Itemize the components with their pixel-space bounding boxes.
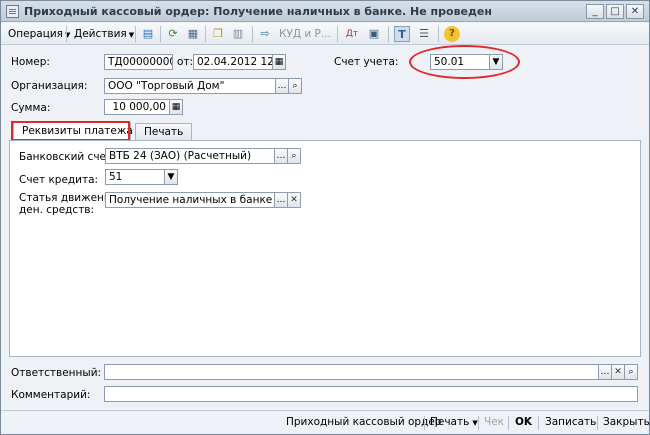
select-ellipsis-icon[interactable]: … <box>274 192 288 208</box>
bottom-action-bar: Приходный кассовый ордер Печать ▼ Чек OK … <box>1 410 650 434</box>
date-field[interactable]: 02.04.2012 12:00:00 <box>193 54 273 70</box>
dropdown-arrow-icon: ▼ <box>128 31 135 39</box>
highlight-rect <box>11 121 130 141</box>
bar-separator <box>538 416 539 430</box>
debit-credit-icon[interactable]: Дт <box>344 26 360 42</box>
search-icon[interactable]: ⌕ <box>624 364 638 380</box>
close-button[interactable]: Закрыть <box>603 416 650 428</box>
toolbar-separator <box>388 26 389 42</box>
toolbar-separator <box>337 26 338 42</box>
check-button[interactable]: Чек <box>484 416 504 428</box>
calculator-icon[interactable]: ▦ <box>169 99 183 115</box>
bank-account-label: Банковский счет: <box>19 151 116 163</box>
highlight-oval <box>409 45 520 79</box>
bar-separator <box>597 416 598 430</box>
responsible-field[interactable] <box>104 364 599 380</box>
document-window: Приходный кассовый ордер: Получение нали… <box>0 0 650 435</box>
go-to-icon[interactable]: ⇨ <box>257 26 273 42</box>
post-document-icon[interactable]: ▤ <box>140 26 156 42</box>
credit-account-label: Счет кредита: <box>19 174 99 186</box>
operation-menu-label: Операция <box>8 28 63 40</box>
comment-label: Комментарий: <box>11 389 91 401</box>
organization-label: Организация: <box>11 80 88 92</box>
title-bar: Приходный кассовый ордер: Получение нали… <box>1 1 649 22</box>
toolbar: Операция ▼ Действия ▼ ▤ ⟳ ▦ ❐ ▥ ⇨ КУД и Р.… <box>1 23 649 45</box>
toolbar-separator <box>252 26 253 42</box>
document-icon <box>6 5 19 18</box>
date-label: от: <box>177 56 194 68</box>
chevron-down-icon[interactable]: ▼ <box>164 169 178 185</box>
sum-label: Сумма: <box>11 102 51 114</box>
actions-menu[interactable]: Действия ▼ <box>71 26 137 42</box>
print-menu-button[interactable]: Печать ▼ <box>430 416 478 428</box>
calendar-icon[interactable]: ▦ <box>185 26 201 42</box>
ok-button[interactable]: OK <box>515 416 532 428</box>
select-ellipsis-icon[interactable]: … <box>598 364 612 380</box>
actions-menu-label: Действия <box>74 28 127 40</box>
copy-document-icon[interactable]: ❐ <box>210 26 226 42</box>
toolbar-separator <box>160 26 161 42</box>
maximize-button[interactable]: □ <box>606 4 624 19</box>
toolbar-separator <box>205 26 206 42</box>
search-icon[interactable]: ⌕ <box>288 78 302 94</box>
bar-separator <box>508 416 509 430</box>
list-view-icon[interactable]: ☰ <box>416 26 432 42</box>
dropdown-arrow-icon: ▼ <box>472 419 478 427</box>
sum-field[interactable]: 10 000,00 <box>104 99 170 115</box>
help-icon[interactable]: ? <box>444 26 460 42</box>
tab-print[interactable]: Печать <box>135 123 193 141</box>
search-icon[interactable]: ⌕ <box>287 148 301 164</box>
cashflow-label-line2: ден. средств: <box>19 204 95 216</box>
refresh-icon[interactable]: ⟳ <box>165 26 181 42</box>
save-button[interactable]: Записать <box>545 416 596 428</box>
operation-menu[interactable]: Операция ▼ <box>5 26 73 42</box>
pko-print-button[interactable]: Приходный кассовый ордер <box>286 416 441 428</box>
report-icon[interactable]: ▣ <box>366 26 382 42</box>
document-stack-icon[interactable]: ▥ <box>230 26 246 42</box>
number-label: Номер: <box>11 56 50 68</box>
window-title: Приходный кассовый ордер: Получение нали… <box>24 5 492 18</box>
comment-field[interactable] <box>104 386 638 402</box>
structure-icon[interactable]: T <box>394 26 410 42</box>
clear-icon[interactable]: ✕ <box>611 364 625 380</box>
select-ellipsis-icon[interactable]: … <box>274 148 288 164</box>
credit-account-field[interactable]: 51 <box>105 169 165 185</box>
tab-panel: Банковский счет: ВТБ 24 (ЗАО) (Расчетный… <box>9 140 641 357</box>
kud-button[interactable]: КУД и Р... <box>279 26 331 42</box>
close-window-button[interactable]: ✕ <box>626 4 644 19</box>
minimize-button[interactable]: _ <box>586 4 604 19</box>
print-menu-label: Печать <box>430 416 470 428</box>
organization-field[interactable]: ООО "Торговый Дом" <box>104 78 278 94</box>
account-label: Счет учета: <box>334 56 399 68</box>
bank-account-field[interactable]: ВТБ 24 (ЗАО) (Расчетный) <box>105 148 275 164</box>
cashflow-label-line1: Статья движения <box>19 192 118 204</box>
clear-icon[interactable]: ✕ <box>287 192 301 208</box>
select-ellipsis-icon[interactable]: … <box>275 78 289 94</box>
bar-separator <box>424 416 425 430</box>
toolbar-separator <box>438 26 439 42</box>
number-field[interactable]: ТД000000005 <box>104 54 173 70</box>
responsible-label: Ответственный: <box>11 367 102 379</box>
bar-separator <box>478 416 479 430</box>
toolbar-separator <box>135 26 136 42</box>
cashflow-field[interactable]: Получение наличных в банке <box>105 192 275 208</box>
toolbar-separator <box>66 26 67 42</box>
calendar-picker-icon[interactable]: ▦ <box>272 54 286 70</box>
